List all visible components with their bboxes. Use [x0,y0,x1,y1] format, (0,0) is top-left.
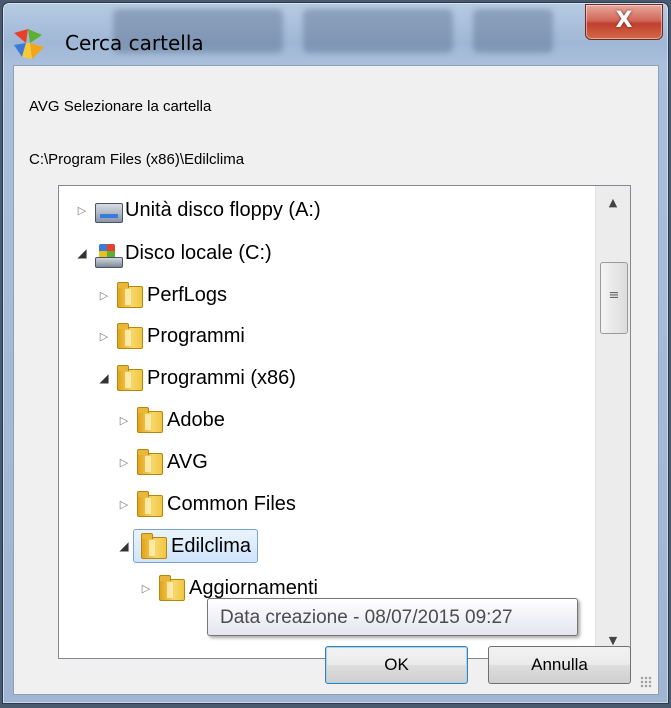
selected-path: C:\Program Files (x86)\Edilclima [29,151,245,168]
tree-item-common-files[interactable]: ▷ Common Files [115,484,296,524]
grip-icon: ≡ [608,288,620,303]
tree-item-avg[interactable]: ▷ AVG [115,442,208,482]
folder-icon [139,533,167,559]
folder-tree[interactable]: ▷ Unità disco floppy (A:) ◢ Disco locale… [58,185,631,659]
tree-item-label: Unità disco floppy (A:) [125,198,321,221]
tree-item-adobe[interactable]: ▷ Adobe [115,400,225,440]
folder-icon [115,323,143,349]
background-blur [473,9,553,53]
tree-item-label: Adobe [167,408,225,431]
close-button[interactable]: X [585,4,663,40]
local-disk-icon [93,240,123,268]
ok-button[interactable]: OK [325,646,468,684]
selected-item-highlight[interactable]: Edilclima [133,529,259,563]
expand-arrow-icon[interactable]: ▷ [95,289,113,302]
folder-icon [135,449,163,475]
tree-item-edilclima[interactable]: ◢ Edilclima [115,526,259,566]
tree-item-label: Disco locale (C:) [125,241,272,264]
folder-icon [135,407,163,433]
floppy-drive-icon [93,197,123,223]
tree-item-programmi[interactable]: ▷ Programmi [95,316,245,356]
expand-arrow-icon[interactable]: ▷ [137,582,155,595]
tree-item-label: PerfLogs [147,283,228,306]
collapse-arrow-icon[interactable]: ◢ [115,539,133,553]
expand-arrow-icon[interactable]: ▷ [115,414,133,427]
vertical-scrollbar[interactable]: ▲ ≡ ▼ [595,186,630,658]
tree-item-label: Common Files [167,492,296,515]
title-bar[interactable]: Cerca cartella X [3,3,668,65]
expand-arrow-icon[interactable]: ▷ [115,456,133,469]
tree-item-label: Aggiornamenti [189,576,318,599]
tree-item-perflogs[interactable]: ▷ PerfLogs [95,275,227,315]
close-icon: X [615,8,633,33]
folder-icon [157,575,185,601]
avg-logo-icon [14,29,44,59]
tree-item-programmi-x86[interactable]: ◢ Programmi (x86) [95,358,296,398]
collapse-arrow-icon[interactable]: ◢ [73,246,91,260]
collapse-arrow-icon[interactable]: ◢ [95,371,113,385]
tree-item-label: Programmi (x86) [147,366,296,389]
expand-arrow-icon[interactable]: ▷ [73,204,91,217]
expand-arrow-icon[interactable]: ▷ [115,498,133,511]
cancel-button[interactable]: Annulla [488,646,631,684]
folder-icon [115,282,143,308]
tooltip: Data creazione - 08/07/2015 09:27 [207,598,578,636]
scroll-thumb[interactable]: ≡ [600,262,628,334]
tree-item-label: AVG [167,450,208,473]
window-title: Cerca cartella [65,31,204,55]
tree-item-label: Edilclima [171,534,252,557]
expand-arrow-icon[interactable]: ▷ [95,330,113,343]
folder-icon [135,491,163,517]
tree-item-label: Programmi [147,324,245,347]
tree-item-floppy[interactable]: ▷ Unità disco floppy (A:) [73,190,321,230]
background-blur [303,9,453,53]
folder-icon [115,365,143,391]
tree-item-local-disk[interactable]: ◢ Disco locale (C:) [73,233,272,273]
resize-grip-icon[interactable] [640,676,652,688]
scroll-up-icon[interactable]: ▲ [596,186,630,220]
dialog-prompt: AVG Selezionare la cartella [29,98,212,115]
